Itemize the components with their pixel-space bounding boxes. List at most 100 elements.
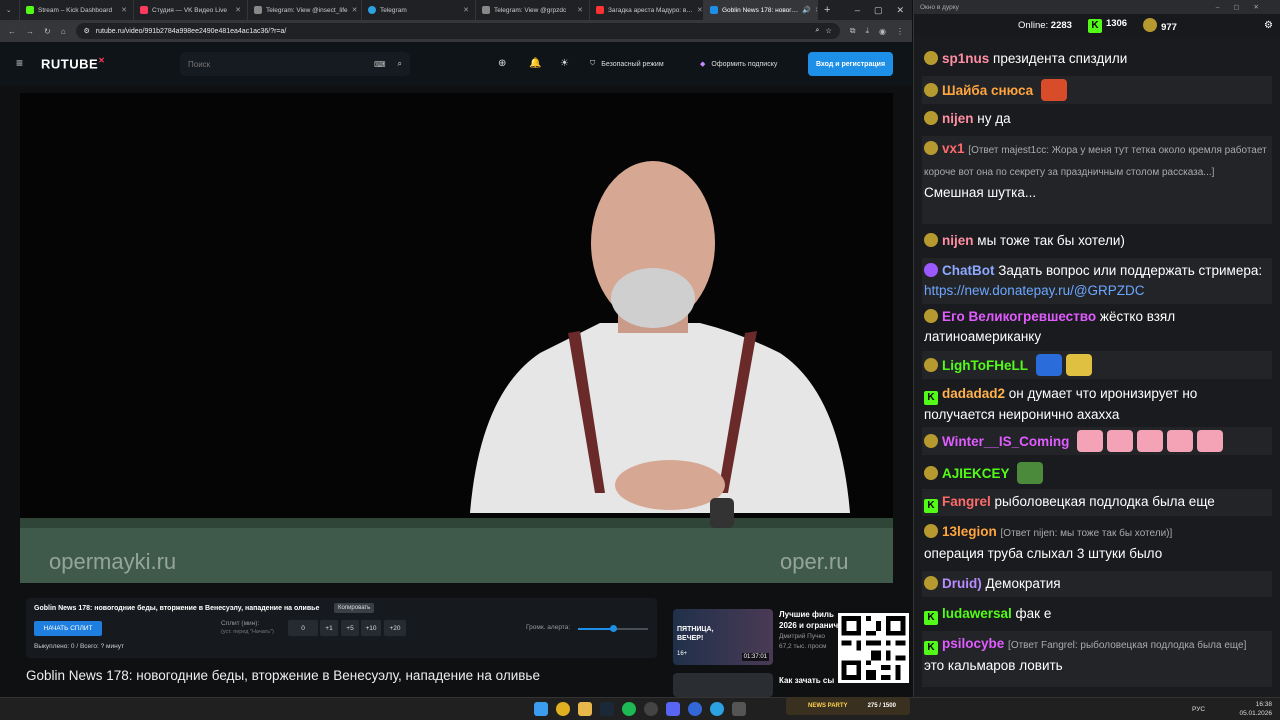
video-player[interactable]: opermayki.ru oper.ru: [20, 93, 893, 583]
chrome-icon[interactable]: [556, 702, 570, 716]
safe-mode-button[interactable]: ⛉ Безопасный режим: [590, 54, 664, 74]
spotify-icon[interactable]: [622, 702, 636, 716]
close-icon[interactable]: ✕: [352, 6, 358, 14]
language-indicator[interactable]: РУС: [1192, 706, 1205, 713]
chat-username[interactable]: dadadad2: [942, 386, 1005, 401]
discord-icon[interactable]: [666, 702, 680, 716]
hamburger-menu-icon[interactable]: ≡: [16, 56, 23, 70]
maximize-icon[interactable]: ▢: [874, 5, 883, 16]
chat-username[interactable]: ChatBot: [942, 263, 995, 278]
close-icon[interactable]: ✕: [463, 6, 469, 14]
browser-tab[interactable]: Telegram: View @grpzdc ✕: [476, 0, 590, 20]
recommendation-thumbnail[interactable]: [673, 673, 773, 697]
menu-dots-icon[interactable]: ⋮: [896, 27, 904, 36]
split-value-field[interactable]: 0: [288, 620, 318, 636]
chat-username[interactable]: vx1: [942, 141, 965, 156]
chat-username[interactable]: ludawersal: [942, 606, 1012, 621]
login-button[interactable]: Вход и регистрация: [808, 52, 893, 76]
clock-time: 16:38: [1255, 701, 1272, 708]
chat-username[interactable]: Fangrel: [942, 494, 991, 509]
kick-icon: [26, 6, 34, 14]
chat-emote-icon: [1065, 354, 1092, 376]
tab-list-button[interactable]: ⌄: [0, 0, 20, 20]
safe-mode-label: Безопасный режим: [601, 60, 664, 68]
chat-username[interactable]: sp1nus: [942, 51, 989, 66]
clock[interactable]: 16:38 05.01.2026: [1239, 700, 1272, 718]
browser-tab[interactable]: Telegram ✕: [362, 0, 476, 20]
chat-username[interactable]: psilocybe: [942, 636, 1004, 651]
chat-username[interactable]: LighToFHeLL: [942, 358, 1028, 373]
search-input[interactable]: Поиск ⌨ ⌕: [180, 52, 410, 76]
chat-username[interactable]: nijen: [942, 233, 974, 248]
browser-tab[interactable]: Студия — VK Видео Live ✕: [134, 0, 248, 20]
chat-message: nijen мы тоже так бы хотели): [922, 228, 1272, 254]
home-icon[interactable]: ⌂: [61, 27, 66, 36]
app-icon[interactable]: [732, 702, 746, 716]
steam-icon[interactable]: [600, 702, 614, 716]
extensions-icon[interactable]: ⧉: [850, 26, 856, 36]
url-field[interactable]: ⚙ rutube.ru/video/991b2784a998ee2490e481…: [75, 23, 840, 39]
goblin-badge-icon: [924, 466, 938, 480]
goblin-badge-icon: [924, 434, 938, 448]
chat-link[interactable]: https://new.donatepay.ru/@GRPZDC: [924, 283, 1145, 298]
reload-icon[interactable]: ↻: [44, 27, 51, 36]
search-icon[interactable]: ⌕: [398, 59, 402, 69]
chat-username[interactable]: Winter__IS_Coming: [942, 434, 1069, 449]
recommendation-title[interactable]: Как зачать сы: [779, 675, 839, 686]
chat-message: Его Великогревшество жёстко взял латиноа…: [922, 304, 1272, 350]
bell-icon[interactable]: 🔔: [529, 58, 541, 69]
chat-username[interactable]: nijen: [942, 111, 974, 126]
close-window-icon[interactable]: ✕: [896, 5, 904, 16]
browser-tab[interactable]: Загадка ареста Мадуро: в… ✕: [590, 0, 704, 20]
goblin-badge-icon: [924, 358, 938, 372]
close-icon[interactable]: ✕: [235, 6, 241, 14]
upload-icon[interactable]: ⊕: [498, 58, 506, 69]
step-plus-10-button[interactable]: +10: [361, 620, 381, 636]
volume-slider-handle[interactable]: [610, 625, 617, 632]
rutube-logo[interactable]: RUTUBE✕: [41, 56, 105, 71]
start-split-button[interactable]: НАЧАТЬ СПЛИТ: [34, 621, 102, 636]
chat-reply-quote: [Ответ majest1cc: Жора у меня тут тетка …: [924, 145, 1267, 178]
start-icon[interactable]: [534, 702, 548, 716]
back-icon[interactable]: ←: [8, 27, 16, 36]
profile-icon[interactable]: ◉: [879, 27, 886, 36]
chat-username[interactable]: Druid): [942, 576, 982, 591]
kick-badge-icon: K: [924, 499, 938, 513]
browser-tab-active[interactable]: Goblin News 178: новог…🔊✕: [704, 0, 818, 20]
bookmark-star-icon[interactable]: ☆: [825, 27, 831, 35]
recommendation-title-line2[interactable]: 2026 и огранич: [779, 620, 839, 631]
chat-username[interactable]: AJIEKCEY: [942, 466, 1010, 481]
browser-tab[interactable]: Stream – Kick Dashboard ✕: [20, 0, 134, 20]
subscribe-button[interactable]: ◆ Оформить подписку: [700, 54, 777, 74]
browser-tab[interactable]: Telegram: View @insect_life ✕: [248, 0, 362, 20]
close-icon[interactable]: ✕: [697, 6, 703, 14]
step-plus-1-button[interactable]: +1: [320, 620, 338, 636]
theme-sun-icon[interactable]: ☀: [560, 58, 569, 69]
minimize-icon[interactable]: –: [855, 5, 860, 15]
media-icon[interactable]: [688, 702, 702, 716]
goblin-badge-icon: [1143, 17, 1158, 32]
site-info-icon[interactable]: ⚙: [84, 27, 90, 35]
close-icon[interactable]: ✕: [577, 6, 583, 14]
forward-icon[interactable]: →: [26, 27, 34, 36]
close-icon[interactable]: ✕: [121, 6, 127, 14]
step-plus-5-button[interactable]: +5: [341, 620, 359, 636]
volume-slider[interactable]: [578, 625, 648, 632]
copy-button[interactable]: Копировать: [334, 603, 375, 613]
obs-icon[interactable]: [644, 702, 658, 716]
chat-username[interactable]: 13legion: [942, 524, 997, 539]
chat-username[interactable]: Его Великогревшество: [942, 309, 1096, 324]
chat-username[interactable]: Шайба снюса: [942, 83, 1033, 98]
recommendation-title[interactable]: Лучшие филь: [779, 609, 839, 620]
settings-icon[interactable]: ⚙: [1264, 20, 1273, 31]
recommendation-channel[interactable]: Дмитрий Пучко: [779, 633, 839, 640]
chat-window-controls[interactable]: –▢✕: [1216, 3, 1273, 11]
keyboard-icon[interactable]: ⌨: [374, 60, 386, 69]
zoom-icon[interactable]: ⌕: [816, 27, 820, 35]
recommendation-thumbnail[interactable]: ПЯТНИЦА, ВЕЧЕР! 16+ 01:37:01: [673, 609, 773, 665]
step-plus-20-button[interactable]: +20: [384, 620, 406, 636]
tab-label: Telegram: View @grpzdc: [494, 6, 567, 14]
telegram-icon[interactable]: [710, 702, 724, 716]
download-icon[interactable]: ⤓: [865, 26, 869, 36]
folder-icon[interactable]: [578, 702, 592, 716]
